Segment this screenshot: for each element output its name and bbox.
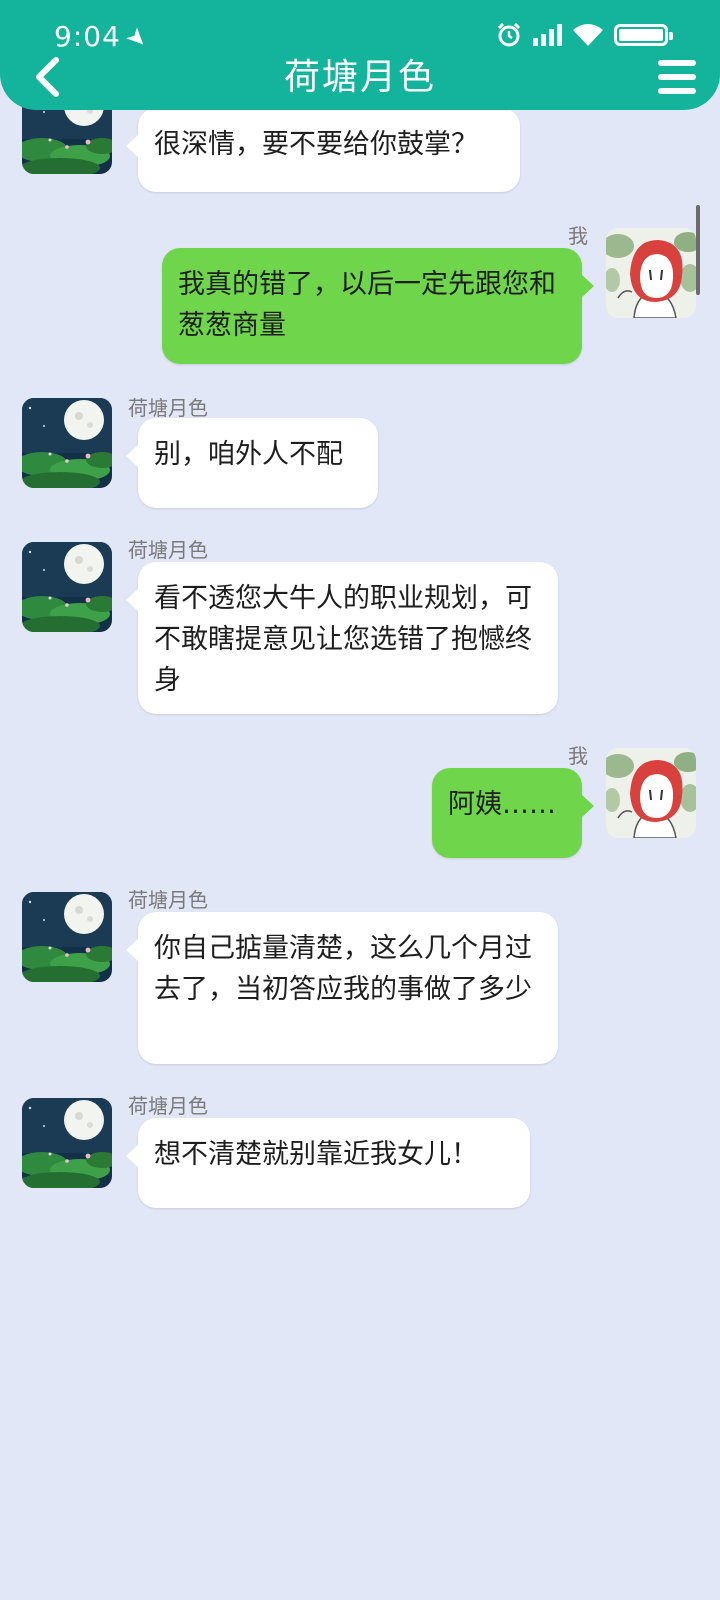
wifi-icon [573, 24, 603, 46]
sender-name: 我 [568, 744, 588, 768]
my-avatar[interactable] [606, 228, 696, 318]
message-text: 看不透您大牛人的职业规划，可不敢瞎提意见让您选错了抱憾终身 [154, 583, 532, 696]
moon-lotus-image [22, 1098, 112, 1188]
message-bubble[interactable]: 看不透您大牛人的职业规划，可不敢瞎提意见让您选错了抱憾终身 [126, 562, 558, 714]
message-text: 我真的错了，以后一定先跟您和葱葱商量 [178, 269, 556, 341]
app-header: 9:04➤ 荷塘月色 [0, 0, 720, 110]
message-text: 你自己掂量清楚，这么几个月过去了，当初答应我的事做了多少 [154, 933, 532, 1005]
sender-name: 荷塘月色 [128, 888, 208, 912]
contact-avatar[interactable] [22, 892, 112, 982]
message-text: 别，咱外人不配 [154, 439, 343, 470]
contact-avatar[interactable] [22, 398, 112, 488]
scrollbar[interactable] [696, 205, 700, 295]
sender-name: 荷塘月色 [128, 1094, 208, 1118]
moon-lotus-image [22, 542, 112, 632]
red-hood-image [606, 748, 696, 838]
message-bubble[interactable]: 我真的错了，以后一定先跟您和葱葱商量 [162, 248, 594, 364]
message-bubble[interactable]: 你自己掂量清楚，这么几个月过去了，当初答应我的事做了多少 [126, 912, 558, 1064]
status-bar-icons [496, 22, 673, 48]
message-bubble[interactable]: 别，咱外人不配 [126, 418, 378, 508]
message-bubble[interactable]: 阿姨…… [432, 768, 594, 858]
message-text: 很深情，要不要给你鼓掌？ [154, 129, 478, 160]
contact-avatar[interactable] [22, 542, 112, 632]
message-text: 想不清楚就别靠近我女儿！ [154, 1139, 478, 1170]
contact-avatar[interactable] [22, 1098, 112, 1188]
battery-icon [614, 24, 673, 46]
moon-lotus-image [22, 892, 112, 982]
moon-lotus-image [22, 398, 112, 488]
sender-name: 荷塘月色 [128, 538, 208, 562]
message-text: 阿姨…… [448, 789, 556, 820]
message-bubble[interactable]: 很深情，要不要给你鼓掌？ [126, 108, 520, 192]
sender-name: 我 [568, 224, 588, 248]
sender-name: 荷塘月色 [128, 396, 208, 420]
red-hood-image [606, 228, 696, 318]
chat-area[interactable]: 很深情，要不要给你鼓掌？ 我 我真的错了，以后一定先跟您和葱葱商量 荷塘月色 别… [0, 0, 720, 1600]
message-bubble[interactable]: 想不清楚就别靠近我女儿！ [126, 1118, 530, 1208]
chat-title: 荷塘月色 [283, 57, 436, 98]
my-avatar[interactable] [606, 748, 696, 838]
menu-button[interactable] [654, 56, 700, 98]
cellular-signal-icon [533, 24, 562, 46]
alarm-clock-icon [497, 22, 521, 47]
